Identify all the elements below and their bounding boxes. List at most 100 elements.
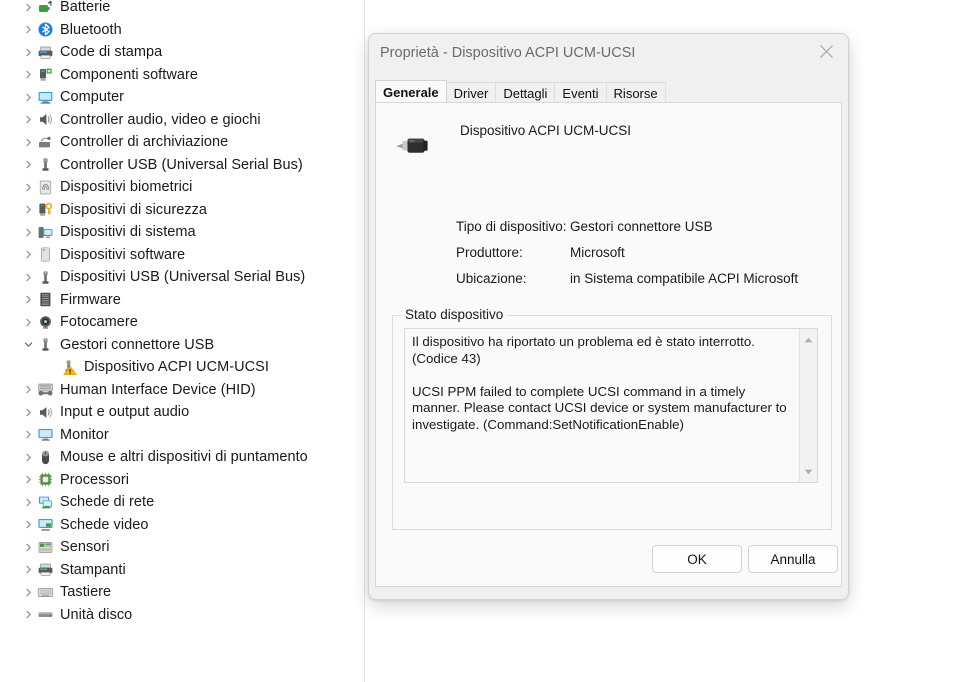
tree-item[interactable]: Dispositivo ACPI UCM-UCSI [44,356,269,378]
property-value: in Sistema compatibile ACPI Microsoft [570,271,836,286]
chevron-right-icon[interactable] [20,491,36,513]
disk-drive-icon [36,606,54,624]
firmware-icon [36,291,54,309]
device-tree-panel[interactable]: Batterie Bluetooth Code di stampa Component… [0,0,365,682]
tree-item-label: Mouse e altri dispositivi di puntamento [60,449,308,465]
storage-controller-icon [36,133,54,151]
tree-item-label: Controller audio, video e giochi [60,112,261,128]
chevron-right-icon[interactable] [20,221,36,243]
tab-generale[interactable]: Generale [375,80,447,103]
chevron-right-icon[interactable] [20,424,36,446]
scroll-up-arrow-icon[interactable] [800,331,817,348]
tree-item-label: Bluetooth [60,22,122,38]
ok-button[interactable]: OK [652,545,742,573]
tree-item[interactable]: Dispositivi USB (Universal Serial Bus) [20,266,305,288]
tab-eventi[interactable]: Eventi [555,82,606,103]
tree-item[interactable]: Mouse e altri dispositivi di puntamento [20,446,308,468]
tree-item[interactable]: Code di stampa [20,41,162,63]
chevron-right-icon[interactable] [20,536,36,558]
tab-dettagli[interactable]: Dettagli [496,82,555,103]
chevron-right-icon[interactable] [20,446,36,468]
audio-icon [36,111,54,129]
tree-item[interactable]: Gestori connettore USB [20,334,214,356]
tree-item[interactable]: Dispositivi software [20,244,185,266]
tree-item[interactable]: Tastiere [20,581,111,603]
sensor-icon [36,538,54,556]
chevron-right-icon[interactable] [20,176,36,198]
tree-item-label: Dispositivi di sicurezza [60,202,207,218]
tree-item-label: Dispositivo ACPI UCM-UCSI [84,359,269,375]
tree-item[interactable]: Input e output audio [20,401,189,423]
chevron-right-icon[interactable] [20,131,36,153]
chevron-right-icon[interactable] [20,109,36,131]
chevron-right-icon[interactable] [20,199,36,221]
tree-item[interactable]: Monitor [20,424,109,446]
tab-driver[interactable]: Driver [447,82,497,103]
tree-item-label: Processori [60,472,129,488]
property-value: Gestori connettore USB [570,219,836,234]
device-properties-list: Tipo di dispositivo:Gestori connettore U… [456,219,836,297]
tree-item[interactable]: Schede video [20,514,148,536]
printer-icon [36,561,54,579]
tree-item[interactable]: Human Interface Device (HID) [20,379,256,401]
scroll-down-arrow-icon[interactable] [800,463,817,480]
tab-risorse[interactable]: Risorse [607,82,666,103]
security-device-icon [36,201,54,219]
tree-item-label: Fotocamere [60,314,138,330]
chevron-right-icon[interactable] [20,401,36,423]
chevron-right-icon[interactable] [20,581,36,603]
chevron-right-icon[interactable] [20,154,36,176]
tree-item-label: Componenti software [60,67,198,83]
tree-item[interactable]: Dispositivi di sistema [20,221,196,243]
dialog-title-bar[interactable]: Proprietà - Dispositivo ACPI UCM-UCSI [369,34,848,75]
chevron-right-icon[interactable] [20,41,36,63]
tree-item[interactable]: Processori [20,469,129,491]
chevron-right-icon[interactable] [20,379,36,401]
chevron-right-icon[interactable] [20,469,36,491]
tree-item[interactable]: Dispositivi biometrici [20,176,192,198]
device-status-group: Stato dispositivo Il dispositivo ha ripo… [392,315,832,530]
tree-item[interactable]: Componenti software [20,64,198,86]
chevron-right-icon[interactable] [20,266,36,288]
display-adapter-icon [36,516,54,534]
usb-warning-icon [60,358,78,376]
chevron-right-icon[interactable] [20,559,36,581]
tree-item[interactable]: Bluetooth [20,19,122,41]
tree-item[interactable]: Computer [20,86,124,108]
tree-item-label: Controller USB (Universal Serial Bus) [60,157,303,173]
tree-spacer [44,356,60,378]
tree-item[interactable]: Controller di archiviazione [20,131,228,153]
tree-item[interactable]: Schede di rete [20,491,154,513]
chevron-right-icon[interactable] [20,244,36,266]
tree-item[interactable]: Firmware [20,289,121,311]
tree-item[interactable]: Dispositivi di sicurezza [20,199,207,221]
tree-item[interactable]: Sensori [20,536,110,558]
chevron-right-icon[interactable] [20,311,36,333]
property-key: Produttore: [456,245,570,260]
tree-item[interactable]: Unità disco [20,604,132,626]
dialog-footer: OK Annulla [369,533,848,599]
device-header: Dispositivo ACPI UCM-UCSI [386,123,826,169]
chevron-right-icon[interactable] [20,514,36,536]
software-device-icon [36,246,54,264]
device-status-box[interactable]: Il dispositivo ha riportato un problema … [404,328,818,483]
status-scrollbar[interactable] [799,329,817,482]
tree-item[interactable]: Stampanti [20,559,126,581]
usb-icon [36,336,54,354]
tree-item[interactable]: Fotocamere [20,311,138,333]
tree-item[interactable]: Controller USB (Universal Serial Bus) [20,154,303,176]
chevron-down-icon[interactable] [20,334,36,356]
tree-item[interactable]: Controller audio, video e giochi [20,109,261,131]
system-device-icon [36,223,54,241]
chevron-right-icon[interactable] [20,86,36,108]
dialog-tabs[interactable]: GeneraleDriverDettagliEventiRisorse [375,81,842,103]
tree-item[interactable]: Batterie [20,0,110,18]
chevron-right-icon[interactable] [20,289,36,311]
chevron-right-icon[interactable] [20,19,36,41]
chevron-right-icon[interactable] [20,604,36,626]
chevron-right-icon[interactable] [20,64,36,86]
close-icon[interactable] [804,34,848,68]
cancel-button[interactable]: Annulla [748,545,838,573]
chevron-right-icon[interactable] [20,0,36,18]
usb-icon [36,268,54,286]
